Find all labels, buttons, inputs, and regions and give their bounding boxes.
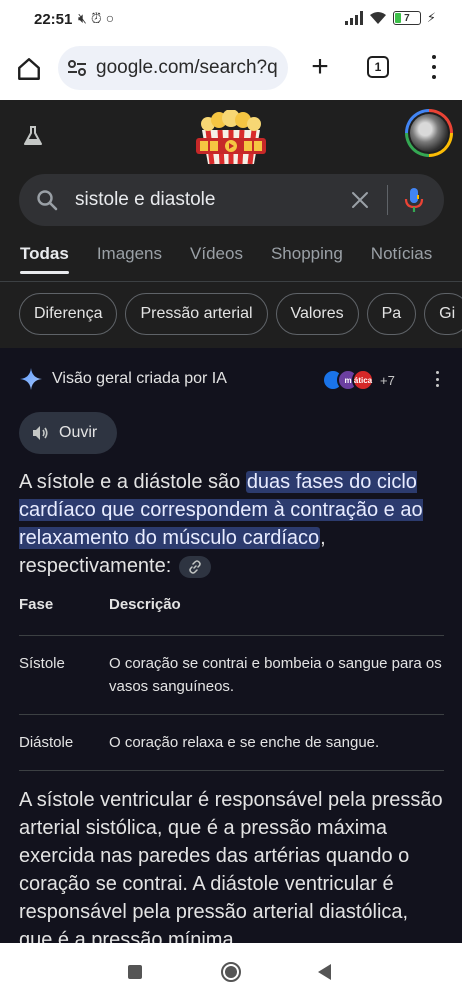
- status-time: 22:51: [34, 11, 73, 28]
- ai-paragraph: A sístole ventricular é responsável pela…: [19, 789, 443, 943]
- mic-icon[interactable]: [402, 187, 426, 213]
- ai-sparkle-icon: [20, 368, 42, 390]
- battery-level: 7: [404, 12, 410, 24]
- new-tab-button[interactable]: +: [305, 52, 335, 83]
- table-cell: Diástole: [19, 714, 109, 771]
- signal-icon: [344, 11, 363, 25]
- address-url: google.com/search?q: [96, 57, 278, 78]
- table-header: Fase: [19, 596, 54, 613]
- search-divider: [387, 185, 388, 215]
- ai-summary: A sístole e a diástole são duas fases do…: [19, 468, 449, 580]
- search-query[interactable]: sistole e diastole: [75, 189, 347, 211]
- tab-imagens[interactable]: Imagens: [97, 244, 162, 278]
- table-cell: O coração relaxa e se enche de sangue.: [109, 714, 444, 771]
- sources-more-count: +7: [380, 372, 395, 388]
- chip-diferenca[interactable]: Diferença: [19, 293, 118, 335]
- ai-overview-panel: Visão geral criada por IA m ática +7 Ouv…: [0, 348, 462, 943]
- google-doodle-logo[interactable]: [188, 110, 274, 166]
- status-notification-icons: 🔇︎ ⏰︎ ○: [78, 10, 114, 27]
- table-row: Sístole O coração se contrai e bombeia o…: [19, 635, 444, 715]
- home-icon: [18, 58, 40, 80]
- tab-todas[interactable]: Todas: [20, 244, 69, 278]
- mute-icon: 🔇︎: [78, 10, 87, 26]
- refinement-chips: Diferença Pressão arterial Valores Pa Gi: [19, 293, 462, 335]
- ai-overview-menu-button[interactable]: [434, 371, 440, 387]
- address-bar[interactable]: google.com/search?q: [58, 46, 288, 90]
- ai-overview-header: Visão geral criada por IA: [20, 368, 227, 390]
- speaker-icon: [33, 426, 48, 440]
- tab-videos[interactable]: Vídeos: [190, 244, 243, 278]
- ai-sources[interactable]: m ática +7: [322, 369, 395, 391]
- tab-shopping[interactable]: Shopping: [271, 244, 343, 278]
- tab-switcher-button[interactable]: 1: [367, 56, 389, 78]
- site-settings-icon[interactable]: [66, 57, 88, 79]
- home-button[interactable]: [14, 54, 44, 84]
- browser-menu-button[interactable]: [424, 52, 444, 82]
- chip-valores[interactable]: Valores: [275, 293, 359, 335]
- tab-noticias[interactable]: Notícias: [371, 244, 432, 278]
- tabs-divider: [0, 281, 462, 282]
- search-bar[interactable]: sistole e diastole: [19, 174, 444, 226]
- chip-pa[interactable]: Pa: [366, 293, 417, 335]
- browser-toolbar: google.com/search?q + 1: [0, 40, 462, 100]
- phases-table: Fase Descrição Sístole O coração se cont…: [19, 592, 444, 771]
- back-button[interactable]: [318, 964, 331, 980]
- close-icon[interactable]: [347, 187, 373, 213]
- home-nav-button[interactable]: [221, 962, 241, 982]
- table-header: Descrição: [109, 596, 181, 613]
- wifi-icon: [369, 12, 386, 24]
- listen-label: Ouvir: [59, 424, 98, 441]
- search-icon: [37, 190, 58, 211]
- table-header-row: Fase Descrição: [19, 592, 444, 636]
- whatsapp-icon: ○: [105, 10, 115, 26]
- alarm-icon: ⏰︎: [90, 10, 102, 26]
- flask-icon[interactable]: [21, 124, 45, 153]
- system-nav-bar: [0, 943, 462, 1000]
- link-icon[interactable]: [178, 555, 211, 578]
- ai-overview-title: Visão geral criada por IA: [52, 370, 227, 387]
- listen-button[interactable]: Ouvir: [19, 412, 117, 454]
- recents-button[interactable]: [128, 965, 142, 979]
- status-system-icons: 7 ⚡︎: [344, 10, 436, 26]
- charging-icon: ⚡︎: [426, 10, 436, 25]
- status-bar: 22:51 🔇︎ ⏰︎ ○ 7 ⚡︎: [0, 0, 462, 40]
- chip-pressao-arterial[interactable]: Pressão arterial: [125, 293, 268, 335]
- google-header: [0, 100, 462, 170]
- source-favicon: ática: [352, 369, 374, 391]
- table-cell: Sístole: [19, 635, 109, 715]
- battery-icon: 7: [392, 11, 421, 25]
- search-tabs: Todas Imagens Vídeos Shopping Notícias: [20, 244, 460, 278]
- table-cell: O coração se contrai e bombeia o sangue …: [109, 635, 444, 715]
- summary-text: A sístole e a diástole são: [19, 471, 246, 493]
- avatar-photo: [410, 114, 448, 152]
- account-avatar[interactable]: [405, 109, 453, 157]
- table-row: Diástole O coração relaxa e se enche de …: [19, 714, 444, 771]
- tab-count: 1: [374, 60, 382, 74]
- battery-fill: [394, 13, 401, 23]
- chip-gi[interactable]: Gi: [424, 293, 462, 335]
